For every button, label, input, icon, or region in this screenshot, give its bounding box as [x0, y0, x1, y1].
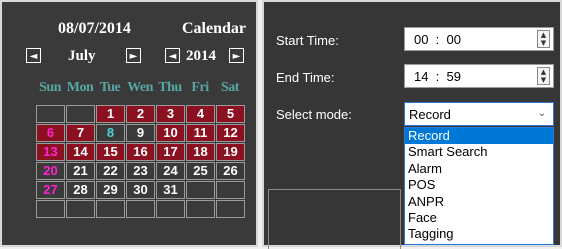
option-pos[interactable]: POS: [405, 177, 553, 193]
chevron-down-icon[interactable]: ⌄: [535, 105, 549, 123]
day-cell[interactable]: 7: [66, 124, 95, 142]
weekday-thu: Thu: [158, 80, 182, 95]
calendar-panel: 08/07/2014 Calendar ◄ July ► ◄ 2014 ► Su…: [0, 0, 258, 247]
day-cell[interactable]: 11: [186, 124, 215, 142]
day-cell: [126, 200, 155, 218]
weekday-sun: Sun: [39, 80, 61, 95]
day-cell[interactable]: 3: [156, 105, 185, 123]
day-cell[interactable]: 28: [66, 181, 95, 199]
prev-month-button[interactable]: ◄: [26, 48, 41, 63]
day-cell[interactable]: 30: [126, 181, 155, 199]
day-cell[interactable]: 5: [216, 105, 245, 123]
weekday-mon: Mon: [66, 80, 94, 95]
day-cell: [186, 181, 215, 199]
weekday-fri: Fri: [191, 80, 209, 95]
calendar-grid: 1 2 3 4 5 6 7 8 9 10 11 12 13 14 15 16 1…: [36, 105, 245, 218]
day-cell: [186, 200, 215, 218]
day-cell[interactable]: 13: [36, 143, 65, 161]
day-cell: [156, 200, 185, 218]
weekday-header: Sun Mon Tue Wen Thu Fri Sat: [35, 80, 245, 100]
day-cell[interactable]: 25: [186, 162, 215, 180]
day-cell[interactable]: 27: [36, 181, 65, 199]
weekday-wed: Wen: [127, 80, 153, 95]
next-year-button[interactable]: ►: [229, 48, 244, 63]
month-label: July: [68, 48, 96, 64]
option-alarm[interactable]: Alarm: [405, 161, 553, 177]
weekday-sat: Sat: [221, 80, 239, 95]
day-cell: [66, 105, 95, 123]
option-smart-search[interactable]: Smart Search: [405, 144, 553, 160]
day-cell[interactable]: 31: [156, 181, 185, 199]
day-cell[interactable]: 2: [126, 105, 155, 123]
end-time-value: 14 : 59: [414, 69, 461, 84]
spin-up-icon[interactable]: ▲: [538, 68, 549, 76]
year-label: 2014: [186, 48, 216, 64]
day-cell: [216, 181, 245, 199]
day-cell[interactable]: 9: [126, 124, 155, 142]
day-cell[interactable]: 10: [156, 124, 185, 142]
spin-down-icon[interactable]: ▼: [538, 76, 549, 84]
day-cell: [36, 105, 65, 123]
select-mode-dropdown[interactable]: Record ⌄: [404, 102, 554, 126]
start-time-input[interactable]: 00 : 00 ▲ ▼: [404, 27, 554, 51]
day-cell[interactable]: 1: [96, 105, 125, 123]
end-time-input[interactable]: 14 : 59 ▲ ▼: [404, 64, 554, 88]
day-cell[interactable]: 6: [36, 124, 65, 142]
search-form-panel: Start Time: 00 : 00 ▲ ▼ End Time: 14 : 5…: [262, 0, 562, 249]
day-cell[interactable]: 16: [126, 143, 155, 161]
day-cell[interactable]: 18: [186, 143, 215, 161]
day-cell[interactable]: 29: [96, 181, 125, 199]
empty-group-box: [268, 189, 401, 249]
prev-year-button[interactable]: ◄: [165, 48, 180, 63]
day-cell[interactable]: 14: [66, 143, 95, 161]
spin-up-icon[interactable]: ▲: [538, 31, 549, 39]
spin-down-icon[interactable]: ▼: [538, 39, 549, 47]
day-cell: [66, 200, 95, 218]
start-time-label: Start Time:: [276, 33, 339, 48]
option-record[interactable]: Record: [405, 128, 553, 145]
day-cell[interactable]: 21: [66, 162, 95, 180]
option-anpr[interactable]: ANPR: [405, 194, 553, 210]
day-cell[interactable]: 24: [156, 162, 185, 180]
start-time-value: 00 : 00: [414, 32, 461, 47]
day-cell[interactable]: 22: [96, 162, 125, 180]
end-time-label: End Time:: [276, 70, 335, 85]
mode-options-list[interactable]: Record Smart Search Alarm POS ANPR Face …: [404, 127, 554, 245]
next-month-button[interactable]: ►: [126, 48, 141, 63]
day-cell-selected[interactable]: 8: [96, 124, 125, 142]
weekday-tue: Tue: [99, 80, 121, 95]
day-cell: [216, 200, 245, 218]
day-cell[interactable]: 19: [216, 143, 245, 161]
day-cell: [96, 200, 125, 218]
option-tagging[interactable]: Tagging: [405, 226, 553, 242]
day-cell[interactable]: 4: [186, 105, 215, 123]
day-cell[interactable]: 26: [216, 162, 245, 180]
day-cell[interactable]: 20: [36, 162, 65, 180]
option-face[interactable]: Face: [405, 210, 553, 226]
calendar-title: Calendar: [182, 20, 246, 37]
day-cell[interactable]: 12: [216, 124, 245, 142]
day-cell[interactable]: 15: [96, 143, 125, 161]
start-time-spinner[interactable]: ▲ ▼: [537, 30, 550, 48]
day-cell[interactable]: 23: [126, 162, 155, 180]
select-mode-label: Select mode:: [276, 107, 352, 122]
day-cell: [36, 200, 65, 218]
day-cell[interactable]: 17: [156, 143, 185, 161]
selected-date: 08/07/2014: [58, 20, 131, 37]
end-time-spinner[interactable]: ▲ ▼: [537, 67, 550, 85]
select-mode-value: Record: [409, 107, 451, 122]
